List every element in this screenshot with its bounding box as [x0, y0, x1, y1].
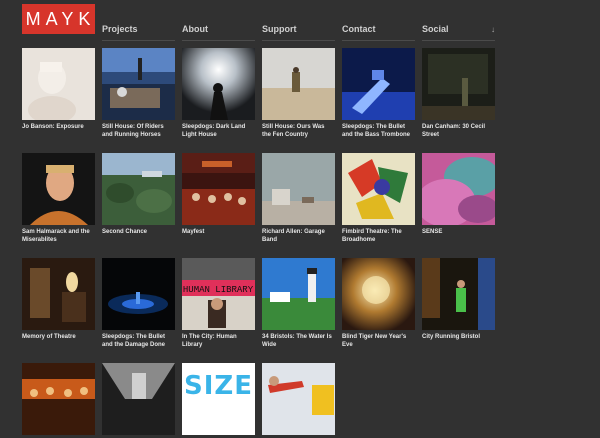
- project-thumbnail[interactable]: [22, 363, 95, 435]
- project-thumbnail[interactable]: HUMAN LIBRARY: [182, 258, 255, 330]
- project-thumbnail[interactable]: [102, 48, 175, 120]
- project-title[interactable]: Richard Allen: Garage Band: [262, 228, 335, 244]
- project-title[interactable]: Blind Tiger New Year's Eve: [342, 333, 415, 349]
- project-thumbnail[interactable]: [182, 48, 255, 120]
- project-thumbnail[interactable]: [342, 258, 415, 330]
- project-tile[interactable]: 34 Bristols: The Water Is Wide: [262, 258, 335, 349]
- project-title[interactable]: Fimbird Theatre: The Broadhome: [342, 228, 415, 244]
- project-tile[interactable]: Jo Banson: Exposure: [22, 48, 95, 131]
- project-tile[interactable]: Mayfest: [182, 153, 255, 236]
- project-title[interactable]: 34 Bristols: The Water Is Wide: [262, 333, 335, 349]
- project-thumbnail[interactable]: [342, 48, 415, 120]
- project-thumbnail[interactable]: [342, 153, 415, 225]
- nav-social[interactable]: Social ↓: [422, 24, 495, 41]
- project-title[interactable]: City Running Bristol: [422, 333, 495, 341]
- project-tile[interactable]: Still House: Of Riders and Running Horse…: [102, 48, 175, 139]
- project-tile[interactable]: Fimbird Theatre: The Broadhome: [342, 153, 415, 244]
- project-thumbnail[interactable]: [422, 48, 495, 120]
- nav-projects[interactable]: Projects: [102, 24, 175, 41]
- project-title[interactable]: SENSE: [422, 228, 495, 236]
- project-tile[interactable]: [22, 363, 95, 438]
- project-title[interactable]: Sam Halmarack and the Miserablites: [22, 228, 95, 244]
- project-tile[interactable]: SENSE: [422, 153, 495, 236]
- main-nav: Projects About Support Contact Social ↓: [0, 24, 600, 44]
- project-tile[interactable]: Second Chance: [102, 153, 175, 236]
- project-tile[interactable]: Sleepdogs: The Bullet and the Damage Don…: [102, 258, 175, 349]
- project-tile[interactable]: Still House: Ours Was the Fen Country: [262, 48, 335, 139]
- project-title[interactable]: Memory of Theatre: [22, 333, 95, 341]
- project-title[interactable]: Still House: Of Riders and Running Horse…: [102, 123, 175, 139]
- size-text: SIZE: [183, 371, 253, 401]
- project-tile[interactable]: SIZE: [182, 363, 255, 438]
- project-tile[interactable]: Richard Allen: Garage Band: [262, 153, 335, 244]
- project-thumbnail[interactable]: [182, 153, 255, 225]
- project-thumbnail[interactable]: [422, 258, 495, 330]
- project-title[interactable]: Jo Banson: Exposure: [22, 123, 95, 131]
- nav-contact[interactable]: Contact: [342, 24, 415, 41]
- project-tile[interactable]: HUMAN LIBRARY In The City: Human Library: [182, 258, 255, 349]
- project-thumbnail[interactable]: [262, 48, 335, 120]
- project-title[interactable]: Dan Canham: 30 Cecil Street: [422, 123, 495, 139]
- project-tile[interactable]: City Running Bristol: [422, 258, 495, 341]
- nav-about[interactable]: About: [182, 24, 255, 41]
- project-tile[interactable]: [102, 363, 175, 438]
- project-title[interactable]: Second Chance: [102, 228, 175, 236]
- project-thumbnail[interactable]: [102, 153, 175, 225]
- project-tile[interactable]: [262, 363, 335, 438]
- project-title[interactable]: Still House: Ours Was the Fen Country: [262, 123, 335, 139]
- project-title[interactable]: Sleepdogs: The Bullet and the Damage Don…: [102, 333, 175, 349]
- project-thumbnail[interactable]: [422, 153, 495, 225]
- project-tile[interactable]: Sleepdogs: Dark Land Light House: [182, 48, 255, 139]
- nav-support[interactable]: Support: [262, 24, 335, 41]
- project-tile[interactable]: Sam Halmarack and the Miserablites: [22, 153, 95, 244]
- project-thumbnail[interactable]: [262, 258, 335, 330]
- project-title[interactable]: In The City: Human Library: [182, 333, 255, 349]
- project-tile[interactable]: Sleepdogs: The Bullet and the Bass Tromb…: [342, 48, 415, 139]
- chevron-down-icon[interactable]: ↓: [491, 25, 495, 34]
- project-thumbnail[interactable]: [102, 258, 175, 330]
- project-tile[interactable]: Blind Tiger New Year's Eve: [342, 258, 415, 349]
- project-tile[interactable]: Dan Canham: 30 Cecil Street: [422, 48, 495, 139]
- project-thumbnail[interactable]: [262, 153, 335, 225]
- project-thumbnail[interactable]: [22, 153, 95, 225]
- nav-social-label: Social: [422, 24, 449, 34]
- svg-text:HUMAN LIBRARY: HUMAN LIBRARY: [183, 285, 254, 295]
- project-thumbnail[interactable]: [22, 48, 95, 120]
- project-thumbnail[interactable]: [102, 363, 175, 435]
- project-title[interactable]: Mayfest: [182, 228, 255, 236]
- project-title[interactable]: Sleepdogs: Dark Land Light House: [182, 123, 255, 139]
- project-tile[interactable]: Memory of Theatre: [22, 258, 95, 341]
- project-thumbnail[interactable]: [22, 258, 95, 330]
- project-thumbnail[interactable]: [262, 363, 335, 435]
- project-title[interactable]: Sleepdogs: The Bullet and the Bass Tromb…: [342, 123, 415, 139]
- project-thumbnail[interactable]: SIZE: [182, 363, 255, 435]
